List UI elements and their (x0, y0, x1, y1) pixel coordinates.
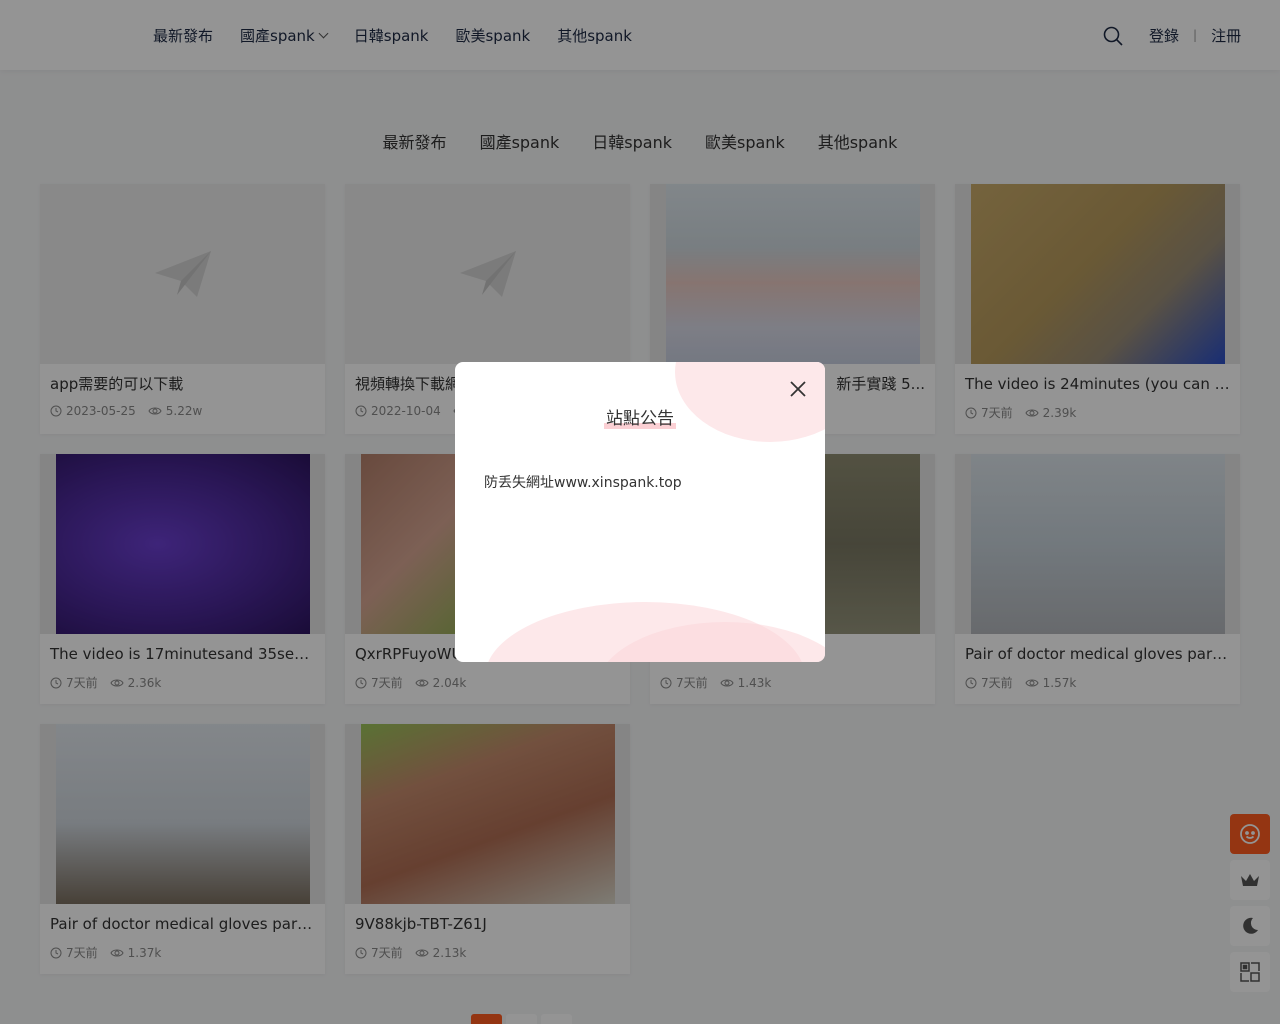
modal-title-text: 站點公告 (604, 409, 676, 429)
announcement-modal: 站點公告 防丢失網址www.xinspank.top (455, 362, 825, 662)
modal-body: 防丢失網址www.xinspank.top (484, 475, 682, 491)
modal-title: 站點公告 (455, 404, 825, 429)
decorative-blob (675, 362, 825, 442)
close-icon[interactable] (788, 379, 808, 399)
